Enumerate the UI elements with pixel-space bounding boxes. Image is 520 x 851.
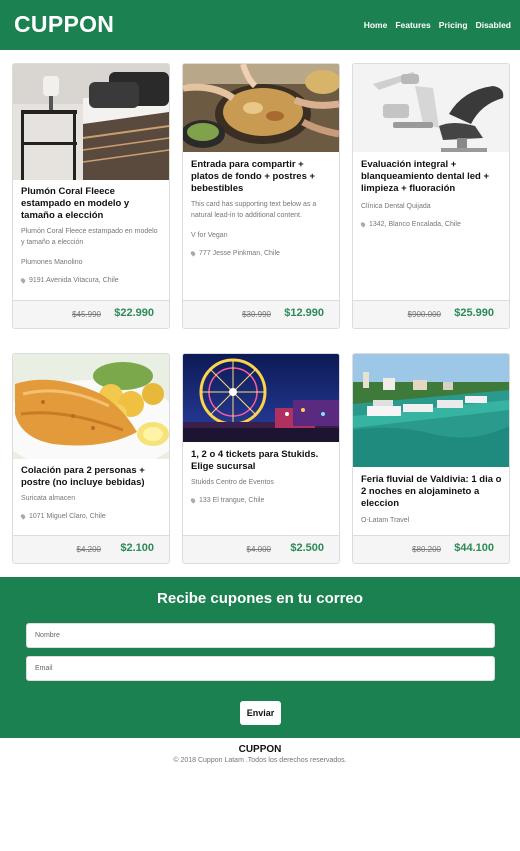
- card-address-text: 1342, Blanco Encalada, Chile: [369, 221, 461, 228]
- location-pin-icon: [19, 513, 27, 520]
- card-image: [183, 64, 339, 152]
- name-input[interactable]: Nombre: [26, 623, 495, 648]
- card-title[interactable]: 1, 2 o 4 tickets para Stukids. Elige suc…: [191, 449, 333, 473]
- card-footer: $900.000 $25.990: [353, 300, 509, 328]
- card-image: [13, 64, 169, 180]
- card-image: [13, 354, 169, 459]
- nav-features[interactable]: Features: [395, 20, 430, 30]
- card-footer: $4.200 $2.100: [13, 535, 169, 563]
- new-price: $44.100: [454, 542, 494, 554]
- card-title[interactable]: Evaluación integral + blanqueamiento den…: [361, 159, 503, 195]
- old-price: $30.990: [242, 310, 271, 319]
- card-title[interactable]: Feria fluvial de Valdivia: 1 dia o 2 noc…: [361, 474, 503, 510]
- location-pin-icon: [189, 250, 197, 257]
- new-price: $2.500: [290, 542, 324, 554]
- new-price: $25.990: [454, 307, 494, 319]
- location-pin-icon: [189, 497, 197, 504]
- card-vendor: Stukids Centro de Eventos: [191, 479, 274, 486]
- new-price: $22.990: [114, 307, 154, 319]
- coupon-card[interactable]: Evaluación integral + blanqueamiento den…: [352, 63, 510, 329]
- card-address: 1071 Miguel Claro, Chile: [19, 513, 163, 520]
- card-footer: $45.990 $22.990: [13, 300, 169, 328]
- card-vendor: O-Latam Travel: [361, 517, 410, 524]
- card-address-text: 1071 Miguel Claro, Chile: [29, 513, 106, 520]
- coupon-card[interactable]: Colación para 2 personas + postre (no in…: [12, 353, 170, 564]
- card-address: 777 Jesse Pinkman, Chile: [189, 250, 333, 257]
- old-price: $900.000: [407, 310, 441, 319]
- old-price: $80.200: [412, 545, 441, 554]
- card-title[interactable]: Colación para 2 personas + postre (no in…: [21, 465, 163, 489]
- card-footer: $4.000 $2.500: [183, 535, 339, 563]
- card-address-text: 777 Jesse Pinkman, Chile: [199, 250, 280, 257]
- old-price: $4.200: [76, 545, 101, 554]
- email-input[interactable]: Email: [26, 656, 495, 681]
- coupon-card[interactable]: Feria fluvial de Valdivia: 1 dia o 2 noc…: [352, 353, 510, 564]
- old-price: $4.000: [246, 545, 271, 554]
- card-image: [353, 354, 509, 467]
- card-title[interactable]: Plumón Coral Fleece estampado en modelo …: [21, 186, 163, 222]
- coupon-card[interactable]: 1, 2 o 4 tickets para Stukids. Elige suc…: [182, 353, 340, 564]
- card-vendor: Suricata almacen: [21, 495, 76, 502]
- card-address-text: 133 El trangue, Chile: [199, 497, 265, 504]
- submit-button[interactable]: Enviar: [240, 701, 281, 725]
- card-vendor: Plumones Manolino: [21, 259, 83, 266]
- old-price: $45.990: [72, 310, 101, 319]
- card-address: 9191 Avenida Vitacura, Chile: [19, 277, 163, 284]
- coupon-card[interactable]: Entrada para compartir + platos de fondo…: [182, 63, 340, 329]
- card-vendor: V for Vegan: [191, 232, 228, 239]
- footer-brand: CUPPON: [238, 744, 282, 755]
- card-footer: $30.990 $12.990: [183, 300, 339, 328]
- nav-links: Home Features Pricing Disabled: [364, 20, 511, 30]
- footer-copyright: © 2018 Cuppon Latam .Todos los derechos …: [173, 757, 347, 764]
- brand-logo[interactable]: CUPPON: [14, 11, 114, 38]
- navbar: CUPPON Home Features Pricing Disabled: [0, 0, 520, 50]
- card-vendor: Clínica Dental Quijada: [361, 203, 431, 210]
- location-pin-icon: [359, 221, 367, 228]
- card-image: [353, 64, 509, 152]
- card-description: Plumón Coral Fleece estampado en modelo …: [21, 228, 158, 246]
- new-price: $12.990: [284, 307, 324, 319]
- location-pin-icon: [19, 277, 27, 284]
- card-address-text: 9191 Avenida Vitacura, Chile: [29, 277, 119, 284]
- card-address: 133 El trangue, Chile: [189, 497, 333, 504]
- newsletter-title: Recibe cupones en tu correo: [157, 590, 363, 607]
- nav-home[interactable]: Home: [364, 20, 388, 30]
- card-description: This card has supporting text below as a…: [191, 201, 317, 219]
- nav-pricing[interactable]: Pricing: [439, 20, 468, 30]
- card-address: 1342, Blanco Encalada, Chile: [359, 221, 503, 228]
- card-title[interactable]: Entrada para compartir + platos de fondo…: [191, 159, 333, 195]
- new-price: $2.100: [120, 542, 154, 554]
- coupon-card[interactable]: Plumón Coral Fleece estampado en modelo …: [12, 63, 170, 329]
- card-image: [183, 354, 339, 442]
- nav-disabled[interactable]: Disabled: [476, 20, 511, 30]
- card-footer: $80.200 $44.100: [353, 535, 509, 563]
- newsletter-section: Recibe cupones en tu correo Nombre Email…: [0, 577, 520, 738]
